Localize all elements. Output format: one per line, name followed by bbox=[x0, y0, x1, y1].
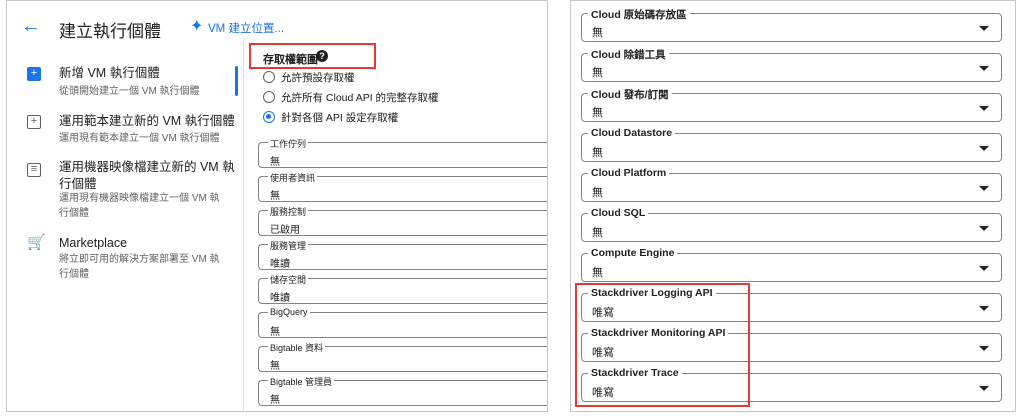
page-title: 建立執行個體 bbox=[59, 22, 161, 41]
nav-item-title: Marketplace bbox=[59, 236, 128, 250]
field-value: 無 bbox=[270, 361, 280, 372]
field-label: BigQuery bbox=[268, 307, 310, 317]
radio-label: 允許所有 Cloud API 的完整存取權 bbox=[281, 92, 439, 104]
field-label: 服務管理 bbox=[268, 239, 309, 252]
vm-location-link[interactable]: VM 建立位置... bbox=[208, 20, 284, 36]
radio-button[interactable] bbox=[263, 71, 275, 83]
machine-image-icon: ≡ bbox=[27, 163, 41, 177]
api-access-panel: Cloud 原始碼存放區 無 Cloud 除錯工具 無 Cloud 發布/訂閱 … bbox=[570, 0, 1016, 412]
field-value: 無 bbox=[592, 107, 603, 119]
field-label: Bigtable 資料 bbox=[268, 341, 326, 354]
arrow-left-icon[interactable]: ← bbox=[21, 16, 41, 36]
field-label: 服務控制 bbox=[268, 205, 309, 218]
radio-button[interactable] bbox=[263, 91, 275, 103]
chevron-down-icon bbox=[979, 226, 989, 231]
nav-item-subtitle: 將立即可用的解決方案部署至 VM 執行個體 bbox=[59, 254, 220, 280]
field-label: Cloud 原始碼存放區 bbox=[588, 7, 690, 22]
field-value: 無 bbox=[592, 267, 603, 279]
select-cloud-datastore[interactable]: Cloud Datastore 無 bbox=[581, 127, 1002, 162]
nav-item-marketplace[interactable]: 🛒 Marketplace 將立即可用的解決方案部署至 VM 執行個體 bbox=[7, 233, 239, 281]
highlight-box bbox=[575, 283, 750, 407]
field-task-queue[interactable]: 工作佇列 無 bbox=[258, 137, 547, 168]
nav-item-template[interactable]: + 運用範本建立新的 VM 執行個體 運用現有範本建立一個 VM 執行個體 bbox=[7, 111, 239, 147]
field-service-control[interactable]: 服務控制 已啟用 bbox=[258, 205, 547, 236]
nav-item-title: 新增 VM 執行個體 bbox=[59, 66, 160, 80]
field-label: Cloud Platform bbox=[588, 167, 670, 179]
chevron-down-icon bbox=[979, 306, 989, 311]
field-bigtable-data[interactable]: Bigtable 資料 無 bbox=[258, 341, 547, 372]
add-box-icon: + bbox=[27, 67, 41, 81]
field-value: 無 bbox=[592, 147, 603, 159]
field-label: Cloud Datastore bbox=[588, 127, 676, 139]
field-label: 儲存空間 bbox=[268, 273, 309, 286]
access-scope-label: 存取權範圍 bbox=[263, 54, 318, 66]
select-cloud-sql[interactable]: Cloud SQL 無 bbox=[581, 207, 1002, 242]
select-cloud-debugger[interactable]: Cloud 除錯工具 無 bbox=[581, 47, 1002, 82]
nav-item-machine-image[interactable]: ≡ 運用機器映像檔建立新的 VM 執行個體 運用現有機器映像檔建立一個 VM 執… bbox=[7, 157, 239, 221]
divider bbox=[243, 41, 244, 411]
chevron-down-icon bbox=[979, 146, 989, 151]
chevron-down-icon bbox=[979, 386, 989, 391]
nav-item-subtitle: 從頭開始建立一個 VM 執行個體 bbox=[59, 86, 200, 97]
field-value: 無 bbox=[270, 327, 280, 338]
field-value: 已啟用 bbox=[270, 225, 300, 236]
radio-button[interactable] bbox=[263, 111, 275, 123]
nav-item-title: 運用機器映像檔建立新的 VM 執行個體 bbox=[59, 160, 235, 191]
select-cloud-platform[interactable]: Cloud Platform 無 bbox=[581, 167, 1002, 202]
field-value: 唯讀 bbox=[270, 293, 290, 304]
select-compute-engine[interactable]: Compute Engine 無 bbox=[581, 247, 1002, 282]
field-label: Bigtable 管理員 bbox=[268, 375, 335, 388]
field-label: Cloud SQL bbox=[588, 207, 649, 219]
field-label: Cloud 發布/訂閱 bbox=[588, 87, 672, 102]
field-user-info[interactable]: 使用者資訊 無 bbox=[258, 171, 547, 202]
chevron-down-icon bbox=[979, 266, 989, 271]
select-cloud-source-repos[interactable]: Cloud 原始碼存放區 無 bbox=[581, 7, 1002, 42]
create-instance-panel: ← 建立執行個體 ✦ VM 建立位置... + 新增 VM 執行個體 從頭開始建… bbox=[6, 0, 548, 412]
chevron-down-icon bbox=[979, 26, 989, 31]
cart-icon: 🛒 bbox=[27, 234, 46, 251]
field-value: 唯讀 bbox=[270, 259, 290, 270]
nav-item-subtitle: 運用現有機器映像檔建立一個 VM 執行個體 bbox=[59, 193, 220, 219]
help-icon[interactable]: ? bbox=[316, 50, 328, 62]
template-icon: + bbox=[27, 115, 41, 129]
radio-label: 針對各個 API 設定存取權 bbox=[281, 112, 399, 124]
field-value: 無 bbox=[592, 187, 603, 199]
chevron-down-icon bbox=[979, 346, 989, 351]
field-value: 無 bbox=[592, 67, 603, 79]
field-label: 工作佇列 bbox=[268, 137, 309, 150]
field-value: 無 bbox=[270, 157, 280, 168]
nav-item-subtitle: 運用現有範本建立一個 VM 執行個體 bbox=[59, 133, 220, 144]
field-bigquery[interactable]: BigQuery 無 bbox=[258, 307, 547, 338]
field-label: 使用者資訊 bbox=[268, 171, 318, 184]
sparkle-icon: ✦ bbox=[190, 18, 204, 35]
field-value: 無 bbox=[592, 227, 603, 239]
field-value: 無 bbox=[270, 191, 280, 202]
field-service-management[interactable]: 服務管理 唯讀 bbox=[258, 239, 547, 270]
chevron-down-icon bbox=[979, 186, 989, 191]
field-storage[interactable]: 儲存空間 唯讀 bbox=[258, 273, 547, 304]
nav-item-title: 運用範本建立新的 VM 執行個體 bbox=[59, 114, 235, 128]
chevron-down-icon bbox=[979, 106, 989, 111]
chevron-down-icon bbox=[979, 66, 989, 71]
field-bigtable-admin[interactable]: Bigtable 管理員 無 bbox=[258, 375, 547, 406]
nav-item-new-vm[interactable]: + 新增 VM 執行個體 從頭開始建立一個 VM 執行個體 bbox=[7, 63, 239, 99]
radio-label: 允許預設存取權 bbox=[281, 72, 355, 84]
field-value: 無 bbox=[270, 395, 280, 406]
field-value: 無 bbox=[592, 27, 603, 39]
select-cloud-pubsub[interactable]: Cloud 發布/訂閱 無 bbox=[581, 87, 1002, 122]
field-label: Compute Engine bbox=[588, 247, 678, 259]
field-label: Cloud 除錯工具 bbox=[588, 47, 669, 62]
